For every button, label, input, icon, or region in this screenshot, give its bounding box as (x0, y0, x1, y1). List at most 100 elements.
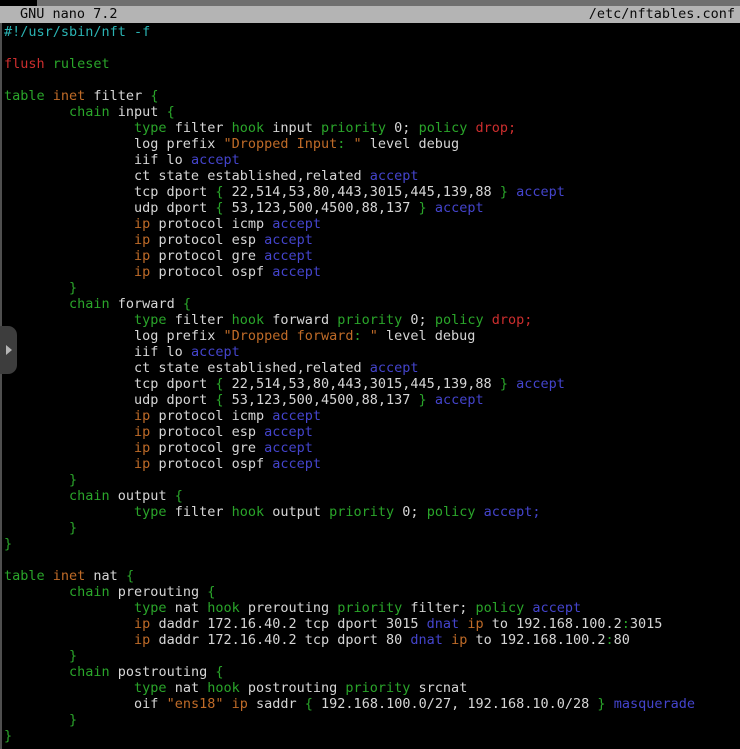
code-token: prerouting (110, 584, 208, 600)
code-token (4, 664, 69, 680)
code-token (45, 568, 53, 584)
code-token: ip (134, 632, 150, 648)
code-token: chain (69, 664, 110, 680)
code-token: table (4, 88, 45, 104)
code-token: prerouting (240, 600, 338, 616)
code-token: } (4, 728, 12, 744)
sidebar-toggle-handle[interactable] (0, 326, 17, 374)
code-token: inet (53, 88, 86, 104)
code-token: drop; (492, 312, 533, 328)
code-token: } (597, 696, 605, 712)
code-line: #!/usr/sbin/nft -f (0, 24, 740, 40)
code-token: accept (272, 216, 321, 232)
code-token: hook (232, 120, 265, 136)
code-token (427, 200, 435, 216)
code-token: : (354, 328, 362, 344)
code-token (4, 712, 69, 728)
editor-area[interactable]: #!/usr/sbin/nft -fflush rulesettable ine… (0, 24, 740, 744)
code-token (4, 296, 69, 312)
code-token: accept (435, 392, 484, 408)
code-token: accept (191, 152, 240, 168)
code-token: 22,514,53,80,443,3015,445,139,88 (223, 376, 499, 392)
code-token (4, 440, 134, 456)
code-line: chain postrouting { (0, 664, 740, 680)
chevron-right-icon (6, 345, 12, 355)
code-token: filter (167, 312, 232, 328)
code-token (4, 232, 134, 248)
code-token: protocol ospf (150, 456, 272, 472)
code-token (4, 584, 69, 600)
code-token: } (69, 520, 77, 536)
code-token: nat (167, 680, 208, 696)
code-token (427, 392, 435, 408)
code-token: accept (272, 408, 321, 424)
code-token: filter (85, 88, 150, 104)
code-line: chain prerouting { (0, 584, 740, 600)
code-token: protocol gre (150, 248, 264, 264)
code-token: priority (321, 120, 386, 136)
code-token (4, 680, 134, 696)
code-token: 192.168.100.0/27, 192.168.10.0/28 (313, 696, 597, 712)
code-token (443, 632, 451, 648)
code-token: hook (207, 600, 240, 616)
code-token: nat (85, 568, 126, 584)
code-token (4, 600, 134, 616)
code-line: type nat hook prerouting priority filter… (0, 600, 740, 616)
code-token: priority (337, 600, 402, 616)
code-token: postrouting (110, 664, 216, 680)
code-token: accept (516, 376, 565, 392)
code-line: udp dport { 53,123,500,4500,88,137 } acc… (0, 200, 740, 216)
code-token: srcnat (410, 680, 467, 696)
code-token: protocol gre (150, 440, 264, 456)
code-token: ip (451, 632, 467, 648)
code-token (4, 264, 134, 280)
code-token: 53,123,500,4500,88,137 (223, 200, 418, 216)
code-token: output (110, 488, 175, 504)
code-token: protocol icmp (150, 408, 272, 424)
code-token: drop; (475, 120, 516, 136)
code-line: chain forward { (0, 296, 740, 312)
code-token: accept (191, 344, 240, 360)
code-line: } (0, 712, 740, 728)
code-token: type (134, 312, 167, 328)
code-token: { (175, 488, 183, 504)
code-token: accept (532, 600, 581, 616)
code-token: { (150, 88, 158, 104)
code-token: 0; (394, 504, 427, 520)
code-token: table (4, 568, 45, 584)
code-token: type (134, 504, 167, 520)
code-token (475, 504, 483, 520)
code-line: ip protocol gre accept (0, 440, 740, 456)
code-token (4, 648, 69, 664)
code-token: daddr 172.16.40.2 tcp dport 3015 (150, 616, 426, 632)
code-token: input (110, 104, 167, 120)
code-line: } (0, 280, 740, 296)
code-token: 3015 (630, 616, 663, 632)
code-line: ip protocol esp accept (0, 232, 740, 248)
code-token: protocol esp (150, 232, 264, 248)
code-token: { (183, 296, 191, 312)
code-line: ip protocol esp accept (0, 424, 740, 440)
code-token: level debug (378, 328, 476, 344)
code-token: dnat (427, 616, 460, 632)
code-token: hook (232, 504, 265, 520)
code-token: accept (272, 456, 321, 472)
code-token: input (264, 120, 321, 136)
code-token: ip (134, 248, 150, 264)
code-token: hook (207, 680, 240, 696)
code-token: hook (232, 312, 265, 328)
code-token: 53,123,500,4500,88,137 (223, 392, 418, 408)
code-token: forward (264, 312, 337, 328)
code-token: chain (69, 104, 110, 120)
code-token: saddr (248, 696, 305, 712)
code-line: table inet nat { (0, 568, 740, 584)
code-token: accept (370, 168, 419, 184)
code-token (4, 408, 134, 424)
terminal-screen: { "titlebar": { "app": "GNU nano 7.2", "… (0, 0, 740, 749)
code-line: ip protocol icmp accept (0, 216, 740, 232)
code-token: udp dport (4, 200, 215, 216)
code-token: flush (4, 56, 45, 72)
code-line: chain output { (0, 488, 740, 504)
code-token: "Dropped forward (223, 328, 353, 344)
code-token: policy (419, 120, 468, 136)
